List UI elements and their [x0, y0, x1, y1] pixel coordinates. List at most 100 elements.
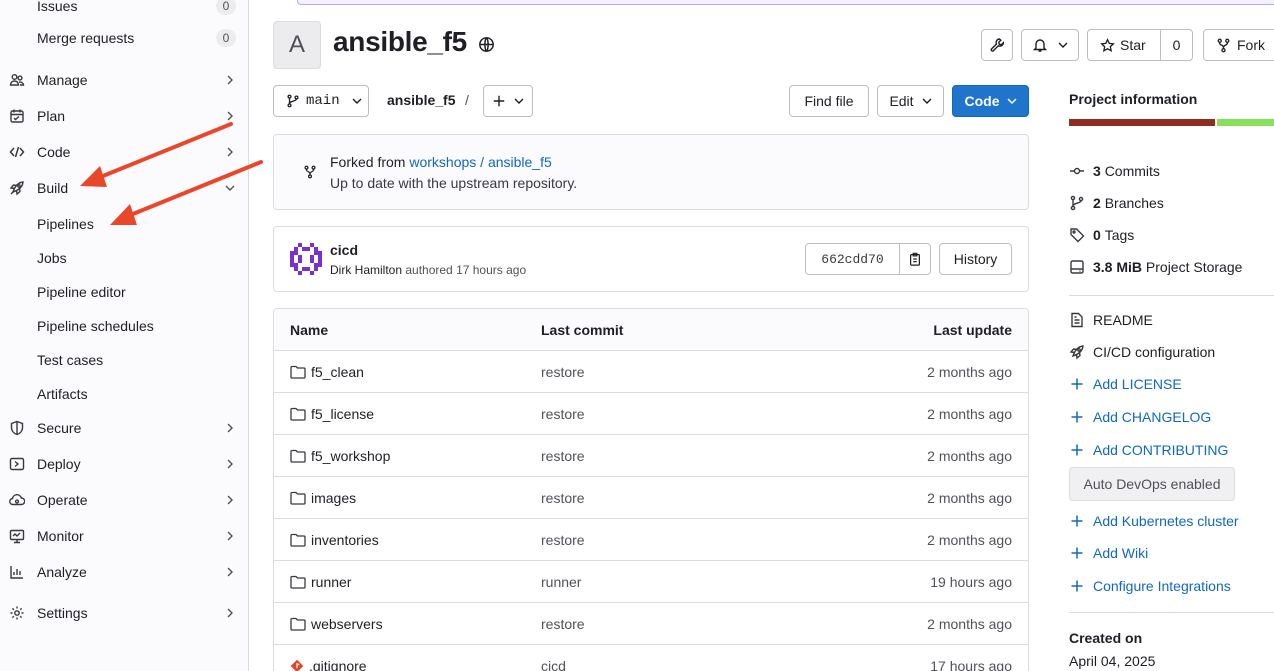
add-contributing-link[interactable]: Add CONTRIBUTING [1069, 440, 1228, 460]
last-commit-link[interactable]: restore [541, 351, 585, 393]
last-commit-link[interactable]: restore [541, 393, 585, 435]
copy-icon [910, 252, 920, 266]
add-contributing-label: Add CONTRIBUTING [1093, 442, 1229, 458]
edit-dropdown[interactable]: Edit [877, 85, 944, 117]
sidebar-item-label: Deploy [37, 456, 81, 472]
cloud-gear-icon [8, 491, 26, 509]
sidebar-item-build[interactable]: Build [0, 174, 249, 202]
commit-author-link[interactable]: Dirk Hamilton [330, 263, 402, 277]
plus-icon [493, 95, 505, 107]
language-bar [1069, 119, 1274, 126]
project-avatar: A [273, 21, 321, 69]
configure-integrations-link[interactable]: Configure Integrations [1069, 576, 1231, 596]
chevron-right-icon [227, 423, 233, 433]
monitor-icon [8, 527, 26, 545]
chevron-down-icon [1058, 42, 1068, 48]
star-icon [1100, 37, 1115, 52]
commits-count: 3 [1093, 163, 1101, 179]
add-license-link[interactable]: Add LICENSE [1069, 374, 1182, 394]
tags-link[interactable]: 0 Tags [1069, 225, 1134, 245]
cicd-config-link[interactable]: CI/CD configuration [1069, 342, 1215, 362]
folder-icon [290, 491, 306, 505]
file-name-link[interactable]: f5_workshop [290, 435, 390, 477]
star-label: Star [1120, 37, 1146, 53]
commit-sha[interactable]: 662cdd70 [806, 244, 900, 274]
chart-icon [8, 563, 26, 581]
file-name-link[interactable]: f5_license [290, 393, 374, 435]
add-to-tree-dropdown[interactable] [483, 85, 533, 117]
last-commit-link[interactable]: cicd [541, 645, 566, 671]
add-changelog-link[interactable]: Add CHANGELOG [1069, 407, 1211, 427]
breadcrumb-repo-link[interactable]: ansible_f5 [387, 92, 455, 108]
file-name-link[interactable]: webservers [290, 603, 383, 645]
sidebar-subitem-artifacts[interactable]: Artifacts [0, 380, 249, 408]
last-update-time: 2 months ago [927, 364, 1012, 380]
edit-label: Edit [889, 93, 914, 109]
sidebar-subitem-pipelines[interactable]: Pipelines [0, 210, 249, 238]
readme-label: README [1093, 312, 1153, 328]
last-commit-link[interactable]: restore [541, 435, 585, 477]
commits-link[interactable]: 3 Commits [1069, 161, 1160, 181]
sidebar-item-deploy[interactable]: Deploy [0, 450, 249, 478]
file-name-link[interactable]: runner [290, 561, 351, 603]
notifications-dropdown[interactable] [1021, 29, 1079, 61]
file-name-link[interactable]: .gitignore [290, 645, 367, 671]
breadcrumb-separator: / [465, 92, 469, 108]
sidebar-item-plan[interactable]: Plan [0, 102, 249, 130]
sidebar-item-secure[interactable]: Secure [0, 414, 249, 442]
chevron-right-icon [227, 608, 233, 618]
sidebar-item-manage[interactable]: Manage [0, 66, 249, 94]
sidebar-item-merge-requests[interactable]: Merge requests 0 [0, 24, 249, 52]
last-commit-link[interactable]: runner [541, 561, 581, 603]
wrench-icon [990, 38, 1005, 52]
fork-source-link[interactable]: workshops / ansible_f5 [409, 154, 551, 170]
fork-button[interactable]: Fork [1203, 29, 1274, 61]
sidebar-subitem-test-cases[interactable]: Test cases [0, 346, 249, 374]
auto-devops-button[interactable]: Auto DevOps enabled [1069, 467, 1235, 501]
settings-wrench-button[interactable] [981, 29, 1013, 61]
sidebar-item-label: Merge requests [37, 30, 135, 46]
last-commit-link[interactable]: restore [541, 477, 585, 519]
last-commit-link[interactable]: restore [541, 603, 585, 645]
commit-title-link[interactable]: cicd [330, 242, 358, 258]
folder-icon [290, 449, 306, 463]
column-header-last-commit: Last commit [541, 322, 624, 338]
star-button[interactable]: Star 0 [1087, 29, 1193, 61]
sidebar-subitem-label: Jobs [37, 250, 67, 266]
last-commit-panel: cicd Dirk Hamilton authored 17 hours ago… [273, 226, 1029, 292]
copy-sha-button[interactable] [900, 244, 930, 274]
file-name-link[interactable]: inventories [290, 519, 379, 561]
add-wiki-link[interactable]: Add Wiki [1069, 543, 1148, 563]
sidebar-item-analyze[interactable]: Analyze [0, 558, 249, 586]
branch-selector[interactable]: main [273, 85, 369, 117]
add-kubernetes-link[interactable]: Add Kubernetes cluster [1069, 511, 1239, 531]
storage-link[interactable]: 3.8 MiB Project Storage [1069, 257, 1242, 277]
sidebar-subitem-pipeline-editor[interactable]: Pipeline editor [0, 278, 249, 306]
sidebar-item-operate[interactable]: Operate [0, 486, 249, 514]
find-file-button[interactable]: Find file [789, 85, 869, 117]
file-name-link[interactable]: f5_clean [290, 351, 364, 393]
last-commit-link[interactable]: restore [541, 519, 585, 561]
sidebar-subitem-label: Pipelines [37, 216, 94, 232]
table-row: .gitignore cicd 17 hours ago [274, 645, 1028, 671]
sidebar-item-code[interactable]: Code [0, 138, 249, 166]
history-button[interactable]: History [939, 243, 1012, 275]
sidebar-item-settings[interactable]: Settings [0, 599, 249, 627]
sidebar-item-monitor[interactable]: Monitor [0, 522, 249, 550]
branches-link[interactable]: 2 Branches [1069, 193, 1164, 213]
plus-icon [1071, 411, 1083, 423]
sidebar-item-issues[interactable]: Issues 0 [0, 0, 249, 20]
file-name: f5_license [311, 406, 375, 422]
tags-label: Tags [1104, 227, 1135, 243]
chevron-right-icon [227, 147, 233, 157]
file-name-link[interactable]: images [290, 477, 356, 519]
readme-link[interactable]: README [1069, 310, 1153, 330]
chevron-right-icon [227, 75, 233, 85]
configure-integrations-label: Configure Integrations [1093, 578, 1231, 594]
chevron-down-icon [225, 185, 235, 191]
sidebar-subitem-jobs[interactable]: Jobs [0, 244, 249, 272]
sidebar-subitem-pipeline-schedules[interactable]: Pipeline schedules [0, 312, 249, 340]
language-bar-segment [1069, 119, 1215, 126]
sidebar-item-label: Build [37, 180, 69, 196]
code-dropdown[interactable]: Code [952, 85, 1029, 117]
